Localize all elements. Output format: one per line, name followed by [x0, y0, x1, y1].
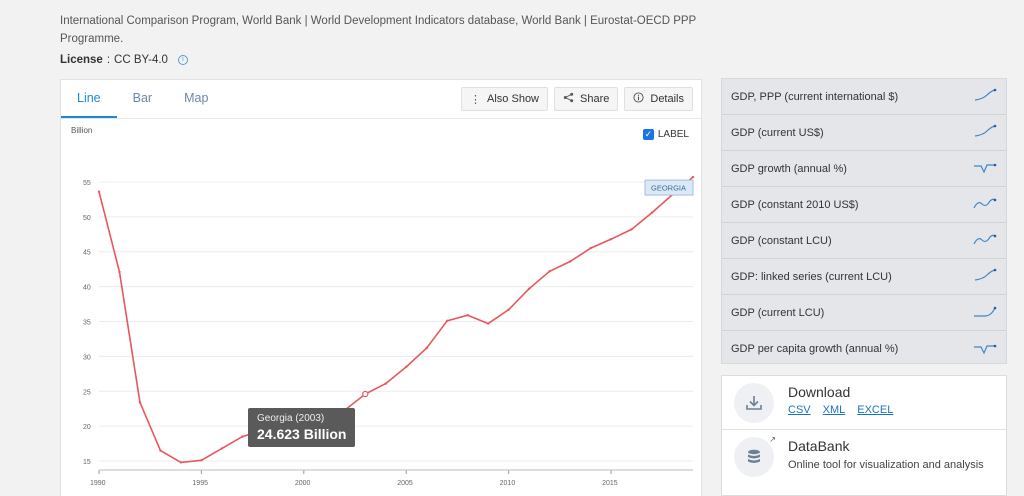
data-point	[507, 308, 510, 311]
data-point	[118, 270, 121, 274]
download-csv-link[interactable]: CSV	[788, 404, 811, 416]
download-excel-link[interactable]: EXCEL	[857, 404, 893, 416]
sparkline-icon	[973, 88, 997, 105]
data-point	[220, 447, 224, 450]
download-title: Download	[788, 384, 851, 400]
sparkline-icon	[973, 268, 997, 285]
databank-row[interactable]: ↗ DataBank Online tool for visualization…	[722, 430, 1006, 484]
indicator-item[interactable]: GDP: linked series (current LCU)	[722, 259, 1006, 295]
download-panel: Download CSV XML EXCEL ↗ DataBank Online…	[721, 375, 1007, 496]
sparkline-icon	[973, 232, 997, 249]
data-point	[384, 382, 387, 385]
line-chart: 15 20 25 30 35 40 45 50 55 1990 1995 2000 2005 2010 20…	[83, 175, 695, 487]
indicator-label: GDP growth (annual %)	[731, 162, 847, 175]
indicator-label: GDP (constant LCU)	[731, 234, 832, 247]
y-tick-label: 40	[83, 285, 91, 292]
x-tick-label: 1990	[90, 480, 106, 487]
download-xml-link[interactable]: XML	[823, 404, 846, 416]
data-point	[405, 365, 408, 369]
license-value: CC BY-4.0	[114, 54, 168, 66]
sparkline-icon	[973, 124, 997, 141]
chart-panel: Line Bar Map ⋮ Also Show Share Details ✓…	[60, 79, 702, 496]
tooltip-value: 24.623 Billion	[257, 426, 347, 442]
license-sep: :	[106, 54, 111, 66]
indicator-item[interactable]: GDP (constant 2010 US$)	[722, 187, 1006, 223]
y-tick-label: 35	[83, 319, 91, 326]
data-point	[362, 390, 369, 398]
indicator-label: GDP (current LCU)	[731, 306, 825, 319]
indicator-item[interactable]: GDP (constant LCU)	[722, 223, 1006, 259]
data-point	[179, 461, 183, 464]
info-icon[interactable]: i	[177, 55, 188, 65]
indicator-label: GDP (constant 2010 US$)	[731, 198, 859, 211]
download-row: Download CSV XML EXCEL	[722, 376, 1006, 430]
data-point	[486, 322, 490, 325]
indicator-item[interactable]: GDP (current US$)	[722, 115, 1006, 151]
data-point	[466, 314, 469, 317]
tooltip-title: Georgia (2003)	[257, 413, 325, 424]
y-tick-label: 25	[83, 389, 91, 396]
data-point	[446, 319, 449, 322]
sparkline-icon	[973, 160, 997, 177]
indicator-label: GDP: linked series (current LCU)	[731, 270, 892, 283]
sparkline-icon	[973, 304, 997, 321]
indicator-item[interactable]: GDP per capita growth (annual %)	[722, 331, 1006, 367]
x-tick-label: 2000	[295, 480, 311, 487]
data-point	[691, 175, 695, 179]
sparkline-icon	[973, 341, 997, 358]
data-point	[200, 459, 203, 462]
data-point	[548, 270, 551, 273]
sparkline-icon	[973, 196, 997, 213]
data-point	[609, 237, 613, 241]
indicator-label: GDP per capita growth (annual %)	[731, 343, 899, 355]
related-indicators: GDP, PPP (current international $) GDP (c…	[721, 78, 1007, 364]
data-point	[425, 346, 428, 350]
data-point	[97, 190, 101, 193]
series-end-label: GEORGIA	[651, 184, 686, 193]
chart-tooltip: Georgia (2003) 24.623 Billion	[248, 408, 356, 447]
data-point	[527, 287, 531, 290]
y-tick-label: 30	[83, 354, 91, 361]
y-tick-label: 20	[83, 424, 91, 431]
y-tick-label: 15	[83, 459, 91, 466]
external-link-icon: ↗	[769, 435, 776, 444]
license: License : CC BY-4.0 i	[60, 54, 188, 66]
data-point	[241, 435, 244, 438]
data-point	[138, 401, 142, 404]
data-point	[589, 247, 592, 250]
indicator-item[interactable]: GDP, PPP (current international $)	[722, 79, 1006, 115]
series-line	[98, 176, 694, 464]
source-text: International Comparison Program, World …	[60, 15, 696, 45]
download-icon	[734, 383, 774, 423]
download-links: CSV XML EXCEL	[788, 404, 893, 416]
data-point	[650, 211, 654, 214]
y-tick-label: 55	[83, 180, 91, 187]
database-icon: ↗	[734, 435, 776, 477]
databank-title: DataBank	[788, 438, 850, 454]
x-tick-label: 1995	[192, 480, 208, 487]
x-tick-label: 2005	[397, 480, 413, 487]
indicator-label: GDP (current US$)	[731, 126, 824, 139]
data-point	[630, 228, 633, 231]
x-tick-label: 2015	[602, 480, 618, 487]
license-label: License	[60, 54, 103, 66]
y-tick-label: 45	[83, 250, 91, 257]
databank-subtitle: Online tool for visualization and analys…	[788, 459, 984, 471]
indicator-item[interactable]: GDP growth (annual %)	[722, 151, 1006, 187]
data-point	[159, 449, 162, 452]
data-point	[568, 260, 572, 263]
x-tick-label: 2010	[500, 480, 516, 487]
indicator-label: GDP, PPP (current international $)	[731, 90, 899, 103]
y-tick-label: 50	[83, 215, 91, 222]
indicator-item[interactable]: GDP (current LCU)	[722, 295, 1006, 331]
